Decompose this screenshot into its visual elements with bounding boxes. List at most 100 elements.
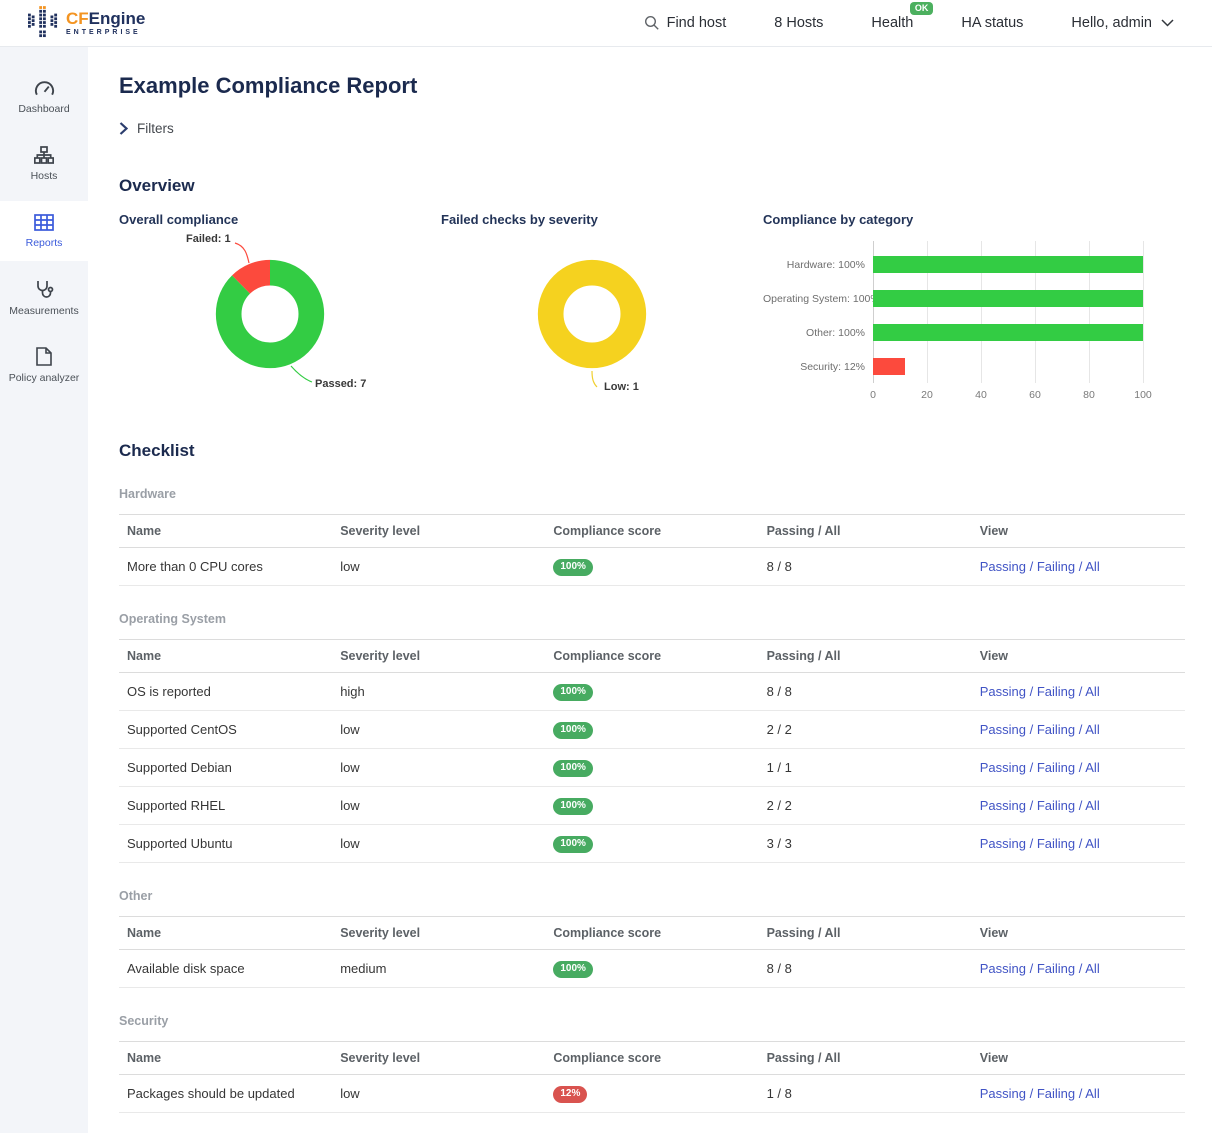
filters-toggle[interactable]: Filters bbox=[119, 121, 209, 136]
bar-security bbox=[873, 358, 905, 375]
column-header: Severity level bbox=[332, 1042, 545, 1075]
bar-hardware bbox=[873, 256, 1143, 273]
view-passing-link[interactable]: Passing bbox=[980, 961, 1026, 976]
compliance-score-badge: 100% bbox=[553, 961, 593, 978]
view-all-link[interactable]: All bbox=[1085, 1086, 1099, 1101]
passing-all: 8 / 8 bbox=[759, 548, 972, 586]
view-failing-link[interactable]: Failing bbox=[1037, 1086, 1075, 1101]
page-title: Example Compliance Report bbox=[119, 73, 1185, 99]
view-all-link[interactable]: All bbox=[1085, 722, 1099, 737]
filters-label: Filters bbox=[137, 121, 174, 136]
sidebar-item-label: Reports bbox=[26, 237, 63, 249]
passing-all: 3 / 3 bbox=[759, 825, 972, 863]
checklist-section: Operating System NameSeverity levelCompl… bbox=[119, 612, 1185, 863]
bar-category-label: Operating System: 100% bbox=[763, 293, 865, 305]
view-failing-link[interactable]: Failing bbox=[1037, 760, 1075, 775]
link-separator: / bbox=[1026, 836, 1037, 851]
table-header-row: NameSeverity levelCompliance scorePassin… bbox=[119, 1042, 1185, 1075]
view-passing-link[interactable]: Passing bbox=[980, 798, 1026, 813]
column-header: Name bbox=[119, 917, 332, 950]
table-row: OS is reportedhigh100%8 / 8Passing / Fai… bbox=[119, 673, 1185, 711]
cfengine-logo-icon bbox=[28, 6, 58, 40]
column-header: Compliance score bbox=[545, 640, 758, 673]
view-all-link[interactable]: All bbox=[1085, 961, 1099, 976]
sidebar-item-dashboard[interactable]: Dashboard bbox=[0, 67, 88, 127]
passing-all: 1 / 1 bbox=[759, 749, 972, 787]
ha-status-link[interactable]: HA status bbox=[961, 15, 1023, 31]
check-name: Supported CentOS bbox=[119, 711, 332, 749]
table-header-row: NameSeverity levelCompliance scorePassin… bbox=[119, 640, 1185, 673]
compliance-score-cell: 100% bbox=[545, 787, 758, 825]
view-all-link[interactable]: All bbox=[1085, 684, 1099, 699]
chevron-right-icon bbox=[119, 122, 128, 135]
sidebar-item-measurements[interactable]: Measurements bbox=[0, 268, 88, 328]
column-header: Compliance score bbox=[545, 515, 758, 548]
link-separator: / bbox=[1075, 559, 1085, 574]
link-separator: / bbox=[1026, 1086, 1037, 1101]
view-failing-link[interactable]: Failing bbox=[1037, 961, 1075, 976]
pie-label-passed: Passed: 7 bbox=[315, 378, 366, 390]
check-name: Available disk space bbox=[119, 950, 332, 988]
view-passing-link[interactable]: Passing bbox=[980, 836, 1026, 851]
logo-cf: CF bbox=[66, 9, 89, 28]
view-failing-link[interactable]: Failing bbox=[1037, 684, 1075, 699]
sidebar-item-policy-analyzer[interactable]: Policy analyzer bbox=[0, 335, 88, 395]
table-row: Supported RHELlow100%2 / 2Passing / Fail… bbox=[119, 787, 1185, 825]
severity-level: low bbox=[332, 787, 545, 825]
view-passing-link[interactable]: Passing bbox=[980, 684, 1026, 699]
link-separator: / bbox=[1026, 961, 1037, 976]
view-passing-link[interactable]: Passing bbox=[980, 559, 1026, 574]
view-failing-link[interactable]: Failing bbox=[1037, 722, 1075, 737]
pie-label-low: Low: 1 bbox=[604, 381, 639, 393]
view-links-cell: Passing / Failing / All bbox=[972, 787, 1185, 825]
column-header: Severity level bbox=[332, 917, 545, 950]
view-all-link[interactable]: All bbox=[1085, 836, 1099, 851]
ha-status-label: HA status bbox=[961, 15, 1023, 31]
severity-level: low bbox=[332, 548, 545, 586]
chart-title: Compliance by category bbox=[763, 212, 1177, 227]
view-failing-link[interactable]: Failing bbox=[1037, 798, 1075, 813]
checklist-table: NameSeverity levelCompliance scorePassin… bbox=[119, 639, 1185, 863]
compliance-score-badge: 100% bbox=[553, 684, 593, 701]
find-host-label: Find host bbox=[667, 15, 727, 31]
view-all-link[interactable]: All bbox=[1085, 559, 1099, 574]
cfengine-logo[interactable]: CFEngine ENTERPRISE bbox=[28, 6, 145, 40]
x-tick-label: 60 bbox=[1029, 389, 1041, 401]
compliance-score-cell: 100% bbox=[545, 673, 758, 711]
compliance-score-badge: 12% bbox=[553, 1086, 587, 1103]
view-passing-link[interactable]: Passing bbox=[980, 760, 1026, 775]
donut-segment-low bbox=[551, 273, 634, 356]
table-row: More than 0 CPU coreslow100%8 / 8Passing… bbox=[119, 548, 1185, 586]
view-passing-link[interactable]: Passing bbox=[980, 722, 1026, 737]
compliance-score-cell: 12% bbox=[545, 1075, 758, 1113]
compliance-score-badge: 100% bbox=[553, 559, 593, 576]
passing-all: 1 / 8 bbox=[759, 1075, 972, 1113]
search-icon bbox=[644, 15, 660, 31]
table-row: Supported CentOSlow100%2 / 2Passing / Fa… bbox=[119, 711, 1185, 749]
sidebar-item-label: Hosts bbox=[31, 170, 58, 182]
severity-level: low bbox=[332, 749, 545, 787]
link-separator: / bbox=[1026, 722, 1037, 737]
hosts-count-link[interactable]: 8 Hosts bbox=[774, 15, 823, 31]
view-all-link[interactable]: All bbox=[1085, 760, 1099, 775]
sidebar-item-reports[interactable]: Reports bbox=[0, 201, 88, 261]
find-host-search[interactable]: Find host bbox=[644, 15, 727, 31]
view-failing-link[interactable]: Failing bbox=[1037, 836, 1075, 851]
view-failing-link[interactable]: Failing bbox=[1037, 559, 1075, 574]
check-name: Supported Debian bbox=[119, 749, 332, 787]
user-menu[interactable]: Hello, admin bbox=[1071, 15, 1174, 31]
sidebar-item-hosts[interactable]: Hosts bbox=[0, 134, 88, 194]
checklist-section: Other NameSeverity levelCompliance score… bbox=[119, 889, 1185, 988]
view-links-cell: Passing / Failing / All bbox=[972, 548, 1185, 586]
health-link[interactable]: Health OK bbox=[871, 15, 913, 31]
compliance-score-cell: 100% bbox=[545, 950, 758, 988]
view-passing-link[interactable]: Passing bbox=[980, 1086, 1026, 1101]
link-separator: / bbox=[1075, 1086, 1085, 1101]
severity-level: high bbox=[332, 673, 545, 711]
checklist-section: Security NameSeverity levelCompliance sc… bbox=[119, 1014, 1185, 1113]
section-title: Hardware bbox=[119, 487, 1185, 501]
view-all-link[interactable]: All bbox=[1085, 798, 1099, 813]
view-links-cell: Passing / Failing / All bbox=[972, 711, 1185, 749]
link-separator: / bbox=[1075, 798, 1085, 813]
column-header: Name bbox=[119, 515, 332, 548]
